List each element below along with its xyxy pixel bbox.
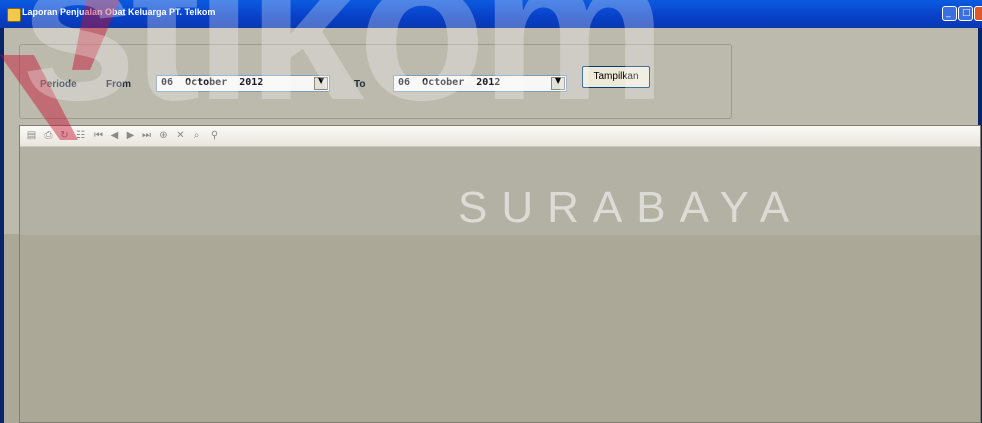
goto-page-icon[interactable]: ⊕ (157, 129, 170, 142)
main-window: Laporan Penjualan Obat Keluarga PT. Telk… (0, 0, 982, 423)
chevron-down-icon: ▼ (318, 76, 325, 85)
group-tree-icon[interactable]: ☷ (74, 129, 87, 142)
client-area: Periode From 06 October 2012 ▼ To 06 Oct… (4, 28, 981, 423)
zoom-icon[interactable]: ⚲ (208, 129, 221, 142)
close-icon[interactable] (974, 6, 982, 21)
report-canvas (20, 147, 980, 422)
to-dropdown-button[interactable]: ▼ (551, 76, 565, 90)
first-page-icon[interactable]: ⏮ (92, 129, 105, 142)
to-label: To (354, 79, 366, 90)
from-date-picker[interactable]: 06 October 2012 ▼ (156, 75, 330, 92)
tampilkan-button[interactable]: Tampilkan (582, 66, 650, 88)
from-label: From (106, 79, 131, 90)
chevron-down-icon: ▼ (555, 76, 562, 85)
refresh-icon[interactable]: ↻ (58, 129, 71, 142)
report-viewer: ▤ ⎙ ↻ ☷ ⏮ ◀ ▶ ⏭ ⊕ ✕ ⌕ ⚲ (19, 125, 981, 423)
last-page-icon[interactable]: ⏭ (140, 129, 153, 142)
from-date-value: 06 October 2012 (161, 77, 264, 88)
search-icon[interactable]: ⌕ (190, 129, 203, 142)
maximize-icon[interactable]: □ (958, 6, 973, 21)
print-icon[interactable]: ⎙ (42, 129, 55, 142)
stop-icon[interactable]: ✕ (174, 129, 187, 142)
minimize-icon[interactable]: _ (942, 6, 957, 21)
previous-page-icon[interactable]: ◀ (108, 129, 121, 142)
title-bar[interactable]: Laporan Penjualan Obat Keluarga PT. Telk… (0, 0, 982, 28)
periode-label: Periode (40, 79, 77, 90)
app-icon (7, 8, 21, 22)
from-dropdown-button[interactable]: ▼ (314, 76, 328, 90)
window-title: Laporan Penjualan Obat Keluarga PT. Telk… (22, 7, 216, 17)
report-toolbar: ▤ ⎙ ↻ ☷ ⏮ ◀ ▶ ⏭ ⊕ ✕ ⌕ ⚲ (20, 126, 980, 147)
next-page-icon[interactable]: ▶ (124, 129, 137, 142)
export-icon[interactable]: ▤ (25, 129, 38, 142)
to-date-picker[interactable]: 06 October 2012 ▼ (393, 75, 567, 92)
to-date-value: 06 October 2012 (398, 77, 501, 88)
